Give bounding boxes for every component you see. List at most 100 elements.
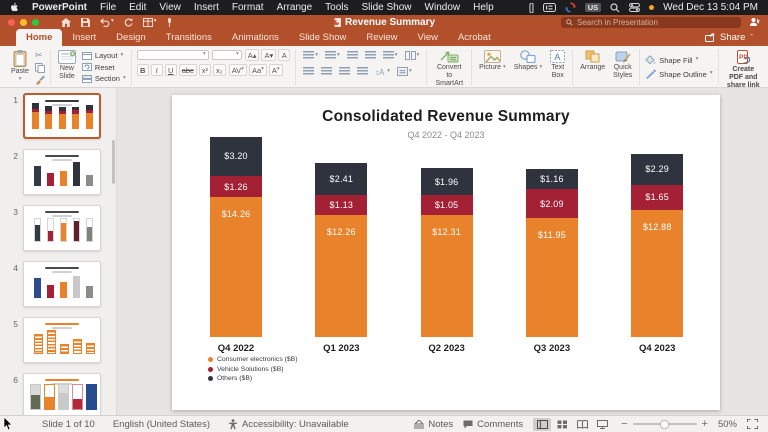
apple-menu-icon[interactable] xyxy=(10,2,19,13)
menu-item-edit[interactable]: Edit xyxy=(129,2,146,13)
share-button[interactable]: Share ⌃ xyxy=(705,32,754,46)
tab-animations[interactable]: Animations xyxy=(222,29,289,47)
menu-item-window[interactable]: Window xyxy=(425,2,461,13)
slide-thumbnail-6[interactable] xyxy=(23,373,101,415)
tab-design[interactable]: Design xyxy=(106,29,156,47)
normal-view-button[interactable] xyxy=(533,418,551,431)
zoom-out-button[interactable]: − xyxy=(621,418,627,430)
table-dropdown-caret[interactable]: ▾ xyxy=(154,19,157,25)
table-grid-icon[interactable] xyxy=(143,18,153,27)
menu-item-help[interactable]: Help xyxy=(473,2,494,13)
tab-transitions[interactable]: Transitions xyxy=(156,29,222,47)
font-button-1[interactable]: I xyxy=(151,64,163,76)
shape-fill-button[interactable]: Shape Fill▾ xyxy=(645,55,698,65)
zoom-slider-thumb[interactable] xyxy=(660,420,669,429)
new-slide-button[interactable]: New Slide xyxy=(56,49,78,82)
copy-icon[interactable] xyxy=(35,63,45,73)
menu-item-arrange[interactable]: Arrange xyxy=(277,2,313,13)
notes-toggle[interactable]: Notes xyxy=(414,419,453,430)
shape-outline-button[interactable]: Shape Outline▾ xyxy=(645,69,712,79)
format-painter-icon[interactable] xyxy=(35,75,45,85)
slide-thumbnail-4[interactable] xyxy=(23,261,101,307)
font-size-adjust-0[interactable]: A▴ xyxy=(245,49,260,61)
tab-insert[interactable]: Insert xyxy=(62,29,106,47)
columns-button[interactable]: ▾ xyxy=(403,49,422,62)
font-extra-caret-2[interactable]: ▾ xyxy=(277,67,280,73)
minimize-window-button[interactable] xyxy=(20,19,27,26)
menu-clock[interactable]: Wed Dec 13 5:04 PM xyxy=(663,2,758,13)
presence-share-icon[interactable] xyxy=(749,17,760,27)
decrease-indent-button[interactable] xyxy=(345,49,360,62)
undo-dropdown-caret[interactable]: ▾ xyxy=(111,19,114,25)
font-button-0[interactable]: B xyxy=(137,64,149,76)
spotlight-search-icon[interactable] xyxy=(610,3,620,13)
close-window-button[interactable] xyxy=(8,19,15,26)
slide-indicator[interactable]: Slide 1 of 10 xyxy=(42,419,95,430)
cut-icon[interactable]: ✂ xyxy=(35,51,45,60)
align-right-button[interactable] xyxy=(337,65,352,78)
slide-sorter-view-button[interactable] xyxy=(553,418,571,431)
menu-item-format[interactable]: Format xyxy=(232,2,264,13)
create-pdf-button[interactable]: PD Create PDF and share link xyxy=(724,49,763,91)
fit-slide-to-window-icon[interactable] xyxy=(747,419,758,429)
font-size-adjust-1[interactable]: A▾ xyxy=(261,49,276,61)
menu-item-view[interactable]: View xyxy=(159,2,181,13)
shapes-button[interactable]: Shapes▾ xyxy=(512,49,545,73)
tab-view[interactable]: View xyxy=(408,29,448,47)
menu-item-powerpoint[interactable]: PowerPoint xyxy=(32,2,87,13)
align-center-button[interactable] xyxy=(319,65,334,78)
thumbnail-scrollbar[interactable] xyxy=(112,140,115,184)
section-button[interactable]: Section▾ xyxy=(82,74,126,83)
align-text-button[interactable]: ▾ xyxy=(395,65,414,78)
font-size-combo[interactable]: ▾ xyxy=(212,50,242,60)
arrange-button[interactable]: Arrange xyxy=(578,49,607,73)
input-source-badge[interactable]: US xyxy=(585,3,601,13)
tab-home[interactable]: Home xyxy=(16,29,62,47)
zoom-in-button[interactable]: + xyxy=(702,418,708,430)
slide-1-editing-surface[interactable]: Consolidated Revenue Summary Q4 2022 - Q… xyxy=(172,95,720,410)
justify-button[interactable] xyxy=(355,65,370,78)
font-button-2[interactable]: U xyxy=(165,64,177,76)
increase-indent-button[interactable] xyxy=(363,49,378,62)
shortcuts-icon[interactable] xyxy=(529,3,534,13)
font-button-3[interactable]: abc xyxy=(179,64,197,76)
slide-thumbnail-1[interactable] xyxy=(23,93,101,139)
sync-icon[interactable] xyxy=(565,2,576,13)
slide-thumbnail-2[interactable] xyxy=(23,149,101,195)
zoom-percent[interactable]: 50% xyxy=(718,419,737,430)
slide-thumbnail-5[interactable] xyxy=(23,317,101,363)
font-button-4[interactable]: x² xyxy=(199,64,211,76)
tab-review[interactable]: Review xyxy=(356,29,407,47)
menu-item-insert[interactable]: Insert xyxy=(194,2,219,13)
line-spacing-button[interactable]: ▾ xyxy=(381,49,400,62)
redo-icon[interactable] xyxy=(124,18,133,27)
quick-styles-button[interactable]: Quick Styles xyxy=(611,49,634,81)
tab-acrobat[interactable]: Acrobat xyxy=(448,29,501,47)
picture-button[interactable]: Picture▾ xyxy=(477,49,508,73)
paste-dropdown-caret[interactable]: ▾ xyxy=(19,77,22,83)
language-indicator[interactable]: English (United States) xyxy=(113,419,210,430)
accessibility-status[interactable]: Accessibility: Unavailable xyxy=(228,419,349,430)
undo-icon[interactable] xyxy=(100,18,110,27)
text-direction-button[interactable]: ↕A▾ xyxy=(373,65,392,78)
reset-button[interactable]: Reset xyxy=(82,63,126,72)
reading-view-button[interactable] xyxy=(573,418,591,431)
text-box-button[interactable]: A Text Box xyxy=(548,49,567,81)
font-extra-0[interactable]: AV▾ xyxy=(229,64,247,76)
slide-thumbnail-3[interactable] xyxy=(23,205,101,251)
home-icon[interactable] xyxy=(61,18,71,27)
font-extra-2[interactable]: A▾ xyxy=(269,64,283,76)
control-center-icon[interactable] xyxy=(629,3,640,12)
font-extra-caret-1[interactable]: ▾ xyxy=(261,67,264,73)
keyboard-viewer-icon[interactable] xyxy=(543,3,556,12)
font-button-5[interactable]: x₂ xyxy=(213,64,226,76)
font-size-adjust-2[interactable]: A xyxy=(278,49,290,61)
font-extra-caret-0[interactable]: ▾ xyxy=(241,67,244,73)
menu-item-file[interactable]: File xyxy=(100,2,116,13)
zoom-slider[interactable] xyxy=(633,423,697,425)
slideshow-view-button[interactable] xyxy=(593,418,611,431)
search-in-presentation-field[interactable]: Search in Presentation xyxy=(561,17,741,28)
layout-button[interactable]: Layout▾ xyxy=(82,51,126,60)
align-left-button[interactable] xyxy=(301,65,316,78)
font-name-combo[interactable]: ▾ xyxy=(137,50,209,60)
